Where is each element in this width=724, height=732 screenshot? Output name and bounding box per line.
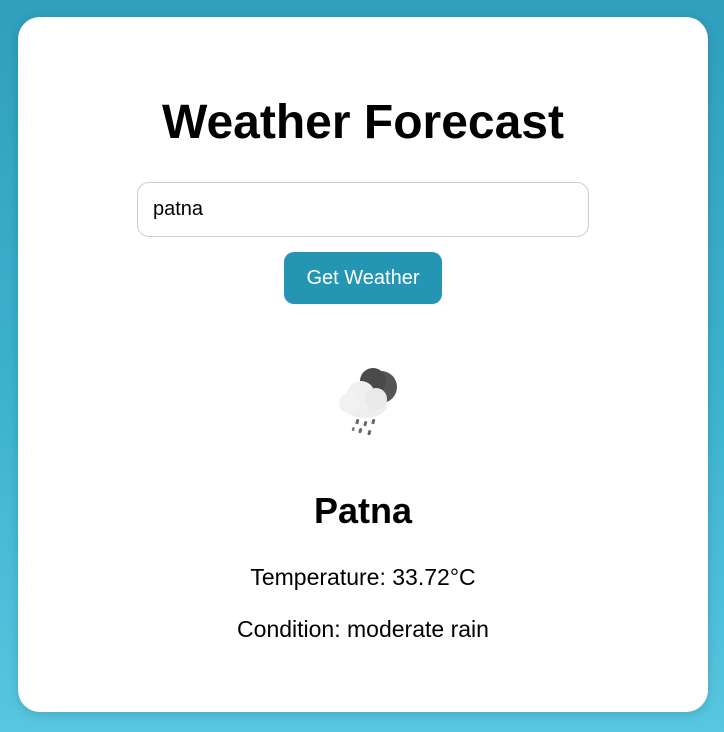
condition-value: moderate rain — [347, 616, 489, 642]
temperature-value: 33.72°C — [392, 564, 476, 590]
city-search-input[interactable] — [137, 182, 589, 237]
condition-label: Condition: — [237, 616, 341, 642]
city-name: Patna — [313, 490, 413, 531]
weather-card: Weather Forecast Get Weather Patna Tempe… — [18, 17, 708, 712]
page-title: Weather Forecast — [162, 96, 564, 149]
get-weather-button[interactable]: Get Weather — [284, 252, 442, 304]
moon-cloud-rain-icon — [339, 368, 397, 436]
temperature-line: Temperature: 33.72°C — [18, 563, 708, 591]
temperature-label: Temperature: — [250, 564, 386, 590]
condition-line: Condition: moderate rain — [18, 615, 708, 643]
